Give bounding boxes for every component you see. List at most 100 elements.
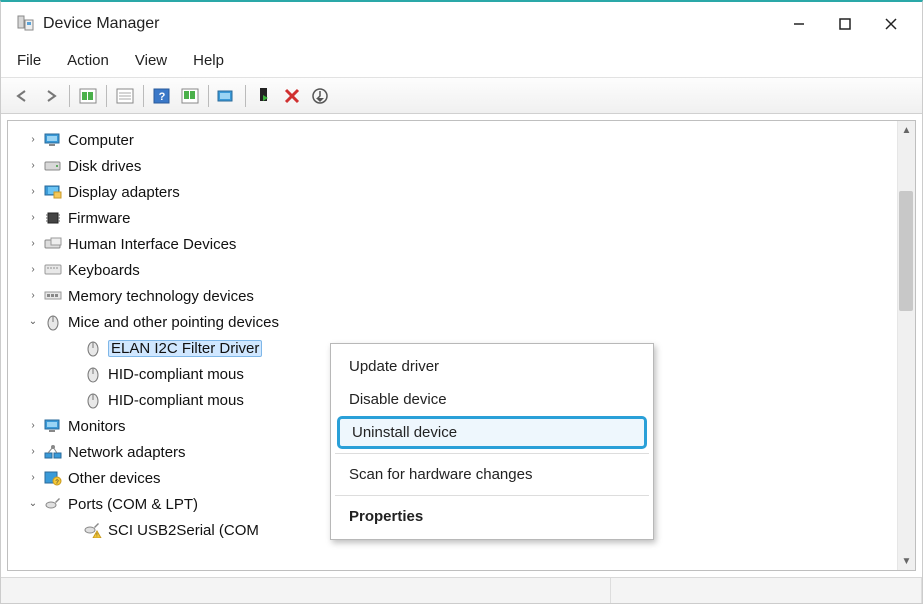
titlebar: Device Manager [1,2,922,46]
svg-text:?: ? [159,91,166,103]
chevron-down-icon[interactable]: ⌄ [26,497,40,511]
context-menu-item[interactable]: Update driver [331,350,653,383]
chevron-right-icon[interactable]: › [26,211,40,225]
chevron-right-icon[interactable]: › [26,237,40,251]
menu-action[interactable]: Action [63,50,113,71]
enable-device-button[interactable] [250,83,278,109]
menubar: File Action View Help [1,46,922,77]
context-menu-item[interactable]: Uninstall device [337,416,647,449]
tree-node-label: Memory technology devices [68,289,254,304]
tree-node-label: Other devices [68,471,161,486]
scroll-up-button[interactable]: ▲ [898,121,915,139]
chevron-right-icon[interactable]: › [26,445,40,459]
tree-node-label: HID-compliant mous [108,367,244,382]
tree-node[interactable]: › Disk drives [20,153,915,179]
hid-icon [44,235,62,253]
context-menu-item[interactable]: Scan for hardware changes [331,458,653,491]
toolbar-separator [208,85,209,107]
scan-hardware-button[interactable] [176,83,204,109]
context-menu-item[interactable]: Disable device [331,383,653,416]
chevron-right-icon[interactable]: › [26,289,40,303]
tree-node[interactable]: › Display adapters [20,179,915,205]
back-button[interactable] [9,83,37,109]
device-tree-pane: › Computer › Disk drives › Display adapters › F… [7,120,916,571]
chevron-right-icon[interactable]: › [26,185,40,199]
show-hide-console-tree-button[interactable] [74,83,102,109]
app-icon [15,14,35,34]
tree-node-label: Human Interface Devices [68,237,236,252]
monitor-icon [44,417,62,435]
help-button[interactable]: ? [148,83,176,109]
tree-node-label: Computer [68,133,134,148]
tree-node-label: HID-compliant mous [108,393,244,408]
mouse-icon [84,365,102,383]
context-menu: Update driverDisable deviceUninstall dev… [330,343,654,540]
memory-icon [44,287,62,305]
display-icon [44,183,62,201]
chevron-right-icon[interactable]: › [26,471,40,485]
context-menu-separator [335,495,649,496]
status-segment [611,578,922,603]
uninstall-device-button[interactable] [278,83,306,109]
tree-node-label: Mice and other pointing devices [68,315,279,330]
tree-node-label: ELAN I2C Filter Driver [108,340,262,357]
disk-icon [44,157,62,175]
statusbar [1,577,922,603]
other-warn-icon: ? [44,469,62,487]
chevron-right-icon[interactable]: › [26,133,40,147]
minimize-button[interactable] [776,7,822,41]
port-icon [44,495,62,513]
toolbar-separator [106,85,107,107]
tree-node-label: Firmware [68,211,131,226]
network-icon [44,443,62,461]
scan-for-changes-button[interactable] [306,83,334,109]
svg-text:!: ! [96,533,97,538]
toolbar-separator [143,85,144,107]
forward-button[interactable] [37,83,65,109]
scroll-thumb[interactable] [899,191,913,311]
content-area: › Computer › Disk drives › Display adapters › F… [1,113,922,577]
toolbar-separator [69,85,70,107]
close-button[interactable] [868,7,914,41]
tree-node-label: Monitors [68,419,126,434]
tree-node-label: Keyboards [68,263,140,278]
tree-node[interactable]: › Keyboards [20,257,915,283]
tree-node[interactable]: › Firmware [20,205,915,231]
device-manager-window: Device Manager File Action View Help ? ›… [0,0,923,604]
monitor-icon [44,131,62,149]
window-title: Device Manager [43,15,776,33]
vertical-scrollbar[interactable]: ▲ ▼ [897,121,915,570]
status-segment [1,578,611,603]
tree-node-label: Ports (COM & LPT) [68,497,198,512]
menu-help[interactable]: Help [189,50,228,71]
mouse-icon [84,339,102,357]
toolbar-separator [245,85,246,107]
chip-icon [44,209,62,227]
context-menu-item[interactable]: Properties [331,500,653,533]
tree-node-label: Disk drives [68,159,141,174]
tree-node-label: Display adapters [68,185,180,200]
update-driver-button[interactable] [213,83,241,109]
chevron-down-icon[interactable]: ⌄ [26,315,40,329]
maximize-button[interactable] [822,7,868,41]
port-warn-icon: ! [84,521,102,539]
chevron-right-icon[interactable]: › [26,263,40,277]
tree-node[interactable]: ⌄ Mice and other pointing devices [20,309,915,335]
tree-node[interactable]: › Human Interface Devices [20,231,915,257]
tree-node[interactable]: › Computer [20,127,915,153]
toolbar: ? [1,77,922,113]
chevron-right-icon[interactable]: › [26,159,40,173]
properties-button[interactable] [111,83,139,109]
keyboard-icon [44,261,62,279]
window-controls [776,7,914,41]
context-menu-separator [335,453,649,454]
menu-view[interactable]: View [131,50,171,71]
tree-node-label: SCI USB2Serial (COM [108,523,259,538]
tree-node[interactable]: › Memory technology devices [20,283,915,309]
menu-file[interactable]: File [13,50,45,71]
scroll-down-button[interactable]: ▼ [898,552,915,570]
mouse-icon [84,391,102,409]
mouse-icon [44,313,62,331]
chevron-right-icon[interactable]: › [26,419,40,433]
tree-node-label: Network adapters [68,445,186,460]
